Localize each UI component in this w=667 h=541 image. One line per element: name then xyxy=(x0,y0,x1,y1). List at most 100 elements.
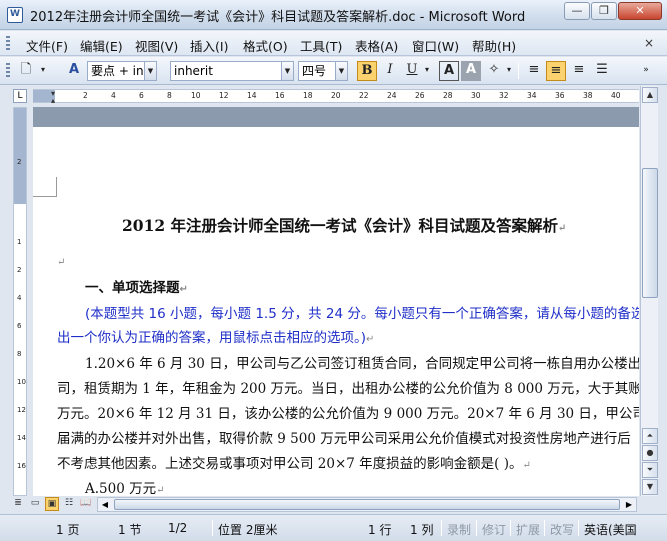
font-effects-arrow[interactable]: ▾ xyxy=(504,61,514,81)
option-a[interactable]: A.500 万元↵ xyxy=(85,477,165,496)
ruler-tick: 22 xyxy=(359,91,369,100)
status-rec[interactable]: 录制 xyxy=(447,521,471,538)
status-ext[interactable]: 扩展 xyxy=(516,521,540,538)
status-page-of[interactable]: 1/2 xyxy=(168,521,187,535)
font-dropdown-arrow[interactable]: ▼ xyxy=(282,61,294,81)
document-title[interactable]: 2012 年注册会计师全国统一考试《会计》科目试题及答案解析↵ xyxy=(122,214,566,236)
ruler-tick: 14 xyxy=(17,434,26,442)
scroll-left-button[interactable]: ◀ xyxy=(98,498,112,511)
web-layout-button[interactable]: ▭ xyxy=(28,497,42,511)
question-1-line-5[interactable]: 不考虑其他因素。上述交易或事项对甲公司 20×7 年度损益的影响金额是( )。↵ xyxy=(57,452,531,472)
question-1-line-2[interactable]: 司，租赁期为 1 年，年租金为 200 万元。当日，出租办公楼的公允价值为 8 … xyxy=(57,377,639,397)
style-dropdown-arrow[interactable]: ▼ xyxy=(145,61,157,81)
reading-layout-button[interactable]: 📖 xyxy=(79,497,93,511)
align-center-button[interactable]: ≡ xyxy=(546,61,566,81)
character-border-button[interactable]: A xyxy=(439,61,459,81)
underline-button[interactable]: U xyxy=(402,61,422,81)
outline-view-button[interactable]: ☷ xyxy=(62,497,76,511)
menu-file[interactable]: 文件(F) xyxy=(26,36,68,55)
minimize-button[interactable]: — xyxy=(564,2,590,20)
question-1-line-1[interactable]: 1.20×6 年 6 月 30 日，甲公司与乙公司签订租赁合同，合同规定甲公司将… xyxy=(85,352,639,372)
font-select[interactable]: inherit xyxy=(170,61,282,81)
question-1-line-4[interactable]: 届满的办公楼并对外出售，取得价款 9 500 万元甲公司采用公允价值模式对投资性… xyxy=(57,427,631,447)
menu-window[interactable]: 窗口(W) xyxy=(412,36,459,55)
status-section[interactable]: 1 节 xyxy=(118,521,141,538)
new-document-button[interactable]: 🗋 xyxy=(16,61,36,81)
scroll-right-button[interactable]: ▶ xyxy=(622,498,636,511)
scroll-up-button[interactable]: ▲ xyxy=(642,87,658,103)
menu-tools[interactable]: 工具(T) xyxy=(300,36,342,55)
chevron-down-icon: ▾ xyxy=(424,65,429,74)
menu-grip[interactable] xyxy=(6,36,10,51)
formatting-toolbar: 🗋 ▾ A 要点 + inhe ▼ inherit ▼ 四号 ▼ B I U ▾… xyxy=(0,57,667,85)
menu-insert[interactable]: 插入(I) xyxy=(190,36,228,55)
scroll-down-button[interactable]: ▼ xyxy=(642,479,658,495)
previous-page-button[interactable]: ⏶ xyxy=(642,428,658,444)
horizontal-ruler[interactable]: 2 4 6 8 10 12 14 16 18 20 22 24 26 28 30… xyxy=(33,89,639,105)
bold-button[interactable]: B xyxy=(357,61,377,81)
italic-button[interactable]: I xyxy=(380,61,400,81)
question-1-line-3[interactable]: 万元。20×6 年 12 月 31 日，该办公楼的公允价值为 9 000 万元。… xyxy=(57,402,639,422)
font-effects-button[interactable]: ✧ xyxy=(484,61,504,81)
ruler-tick: 2 xyxy=(17,266,22,274)
justify-icon: ☰ xyxy=(596,62,608,77)
align-right-button[interactable]: ≡ xyxy=(569,61,589,81)
page-corner-mark xyxy=(33,177,57,197)
outline-view-icon: ☷ xyxy=(64,498,74,508)
restore-button[interactable]: ❐ xyxy=(591,2,617,20)
normal-view-button[interactable]: ≣ xyxy=(11,497,25,511)
status-position[interactable]: 位置 2厘米 xyxy=(218,521,277,538)
next-page-button[interactable]: ⏷ xyxy=(642,462,658,478)
menu-format[interactable]: 格式(O) xyxy=(243,36,288,55)
status-separator xyxy=(544,520,545,536)
toolbar-overflow-button[interactable]: » xyxy=(640,61,652,81)
font-size-dropdown-arrow[interactable]: ▼ xyxy=(336,61,348,81)
horizontal-scrollbar[interactable]: ◀ ▶ xyxy=(97,497,637,512)
ruler-tick: 4 xyxy=(17,294,22,302)
ruler-tick: 6 xyxy=(139,91,144,100)
close-button[interactable]: ✕ xyxy=(618,2,662,20)
ruler-tick: 34 xyxy=(527,91,537,100)
document-page[interactable]: 2012 年注册会计师全国统一考试《会计》科目试题及答案解析↵ ↵ 一、单项选择… xyxy=(33,107,639,496)
menu-view[interactable]: 视图(V) xyxy=(135,36,178,55)
justify-button[interactable]: ☰ xyxy=(592,61,612,81)
font-size-select[interactable]: 四号 xyxy=(298,61,336,81)
tab-selector[interactable]: L xyxy=(13,89,27,103)
ruler-tick: 40 xyxy=(611,91,621,100)
status-trk[interactable]: 修订 xyxy=(482,521,506,538)
menu-help[interactable]: 帮助(H) xyxy=(472,36,516,55)
underline-options-arrow[interactable]: ▾ xyxy=(422,61,432,81)
style-select[interactable]: 要点 + inhe xyxy=(87,61,145,81)
vertical-ruler[interactable]: 2 1 2 4 6 8 10 12 14 16 xyxy=(13,107,27,496)
indent-marker[interactable]: ▾ ▴ xyxy=(51,90,55,105)
status-ovr[interactable]: 改写 xyxy=(550,521,574,538)
toolbar-grip[interactable] xyxy=(6,63,10,79)
toolbar-options-arrow[interactable]: ▾ xyxy=(38,61,48,81)
close-document-button[interactable]: × xyxy=(644,36,654,50)
arrow-left-icon: ◀ xyxy=(101,500,109,509)
menu-edit[interactable]: 编辑(E) xyxy=(80,36,123,55)
section-heading[interactable]: 一、单项选择题↵ xyxy=(85,276,188,296)
status-column[interactable]: 1 列 xyxy=(410,521,433,538)
instruction-line-2[interactable]: 出一个你认为正确的答案，用鼠标点击相应的选项。)↵ xyxy=(57,326,374,346)
status-line[interactable]: 1 行 xyxy=(368,521,391,538)
menu-table[interactable]: 表格(A) xyxy=(355,36,398,55)
status-language[interactable]: 英语(美国 xyxy=(584,521,637,538)
scroll-thumb[interactable] xyxy=(642,168,658,298)
word-app-icon[interactable]: W xyxy=(7,7,23,23)
sparkle-text-icon: ✧ xyxy=(488,62,500,77)
align-left-button[interactable]: ≡ xyxy=(524,61,544,81)
character-shading-button[interactable]: A xyxy=(461,61,481,81)
styles-pane-button[interactable]: A xyxy=(64,61,84,81)
status-separator xyxy=(476,520,477,536)
print-layout-button[interactable]: ▣ xyxy=(45,497,59,511)
select-browse-object-button[interactable]: ● xyxy=(642,445,658,461)
vertical-scrollbar[interactable]: ▲ ⏶ ● ⏷ ▼ xyxy=(640,86,658,496)
ruler-tick: 8 xyxy=(167,91,172,100)
ruler-tick: 16 xyxy=(275,91,285,100)
browse-object-icon: ● xyxy=(646,448,654,457)
status-page[interactable]: 1 页 xyxy=(56,521,79,538)
horizontal-scroll-thumb[interactable] xyxy=(114,499,620,510)
instruction-line-1[interactable]: (本题型共 16 小题，每小题 1.5 分，共 24 分。每小题只有一个正确答案… xyxy=(85,302,639,322)
ruler-tick: 2 xyxy=(83,91,88,100)
